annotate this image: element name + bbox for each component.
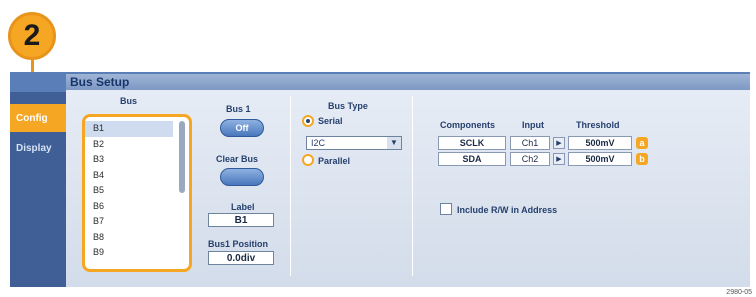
play-arrow-icon[interactable]: ▶: [553, 153, 565, 165]
bus1-on-off-button[interactable]: Off: [220, 119, 264, 137]
include-rw-label: Include R/W in Address: [457, 205, 558, 215]
bus-list-item-b1[interactable]: B1: [85, 121, 173, 137]
marker-a: a: [636, 137, 648, 149]
include-rw-checkbox[interactable]: [440, 203, 452, 215]
figure-id: 2980-05: [726, 289, 752, 296]
bus1-position-field[interactable]: 0.0div: [208, 251, 274, 265]
serial-radio[interactable]: [302, 115, 314, 127]
side-tab-bar: Config Display: [10, 92, 66, 287]
bus1-header: Bus 1: [226, 104, 251, 114]
parallel-label: Parallel: [318, 156, 351, 166]
component-name-sda: SDA: [438, 152, 506, 166]
serial-protocol-dropdown[interactable]: I2C ▼: [306, 136, 402, 150]
marker-b: b: [636, 153, 648, 165]
bus1-position-header: Bus1 Position: [208, 239, 269, 249]
bus-list-item-b7[interactable]: B7: [85, 214, 173, 230]
bus-list-item-b9[interactable]: B9: [85, 245, 173, 261]
clear-bus-button[interactable]: [220, 168, 264, 186]
play-arrow-icon[interactable]: ▶: [553, 137, 565, 149]
component-input-sda[interactable]: Ch2: [510, 152, 550, 166]
component-input-sclk[interactable]: Ch1: [510, 136, 550, 150]
step-number-badge: 2: [8, 12, 56, 60]
window-title: Bus Setup: [66, 74, 750, 90]
column-divider: [290, 96, 291, 276]
column-divider: [412, 96, 413, 276]
input-header: Input: [522, 120, 544, 130]
label-header: Label: [231, 202, 255, 212]
component-name-sclk: SCLK: [438, 136, 506, 150]
serial-label: Serial: [318, 116, 343, 126]
bus-list-scrollbar[interactable]: [179, 121, 185, 193]
bus-list-header: Bus: [120, 96, 138, 106]
bus-list-item-b3[interactable]: B3: [85, 152, 173, 168]
component-threshold-sda[interactable]: 500mV: [568, 152, 632, 166]
tab-config[interactable]: Config: [10, 104, 66, 132]
components-header: Components: [440, 120, 495, 130]
parallel-radio[interactable]: [302, 154, 314, 166]
tab-display[interactable]: Display: [10, 134, 66, 162]
bus-list-item-b6[interactable]: B6: [85, 199, 173, 215]
bus-list-item-b5[interactable]: B5: [85, 183, 173, 199]
component-threshold-sclk[interactable]: 500mV: [568, 136, 632, 150]
clear-bus-label: Clear Bus: [216, 154, 259, 164]
dropdown-arrow-icon: ▼: [387, 137, 401, 149]
bus-list-item-b8[interactable]: B8: [85, 230, 173, 246]
threshold-header: Threshold: [576, 120, 620, 130]
bus-list[interactable]: B1 B2 B3 B4 B5 B6 B7 B8 B9: [82, 114, 192, 272]
bus-list-item-b4[interactable]: B4: [85, 168, 173, 184]
serial-protocol-value: I2C: [311, 138, 326, 148]
bus-label-field[interactable]: B1: [208, 213, 274, 227]
bus-list-item-b2[interactable]: B2: [85, 137, 173, 153]
bus-type-header: Bus Type: [328, 101, 368, 111]
